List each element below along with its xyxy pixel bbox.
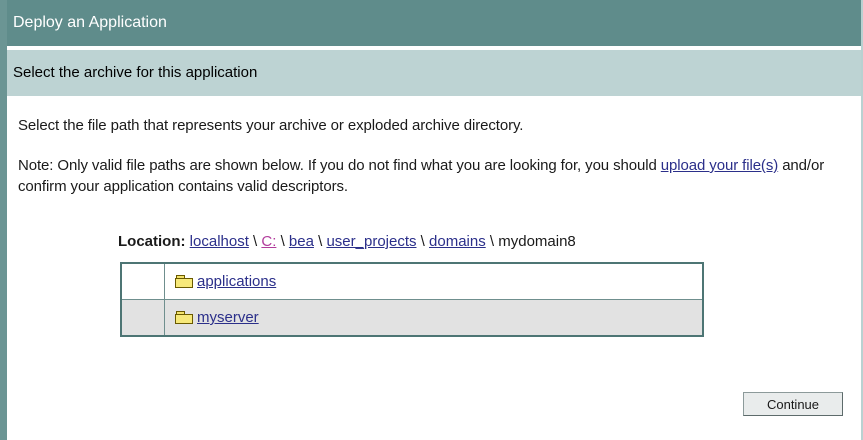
- section-header: Select the archive for this application: [7, 50, 861, 96]
- file-name-cell: myserver: [164, 299, 704, 337]
- folder-icon: [175, 311, 193, 324]
- note-text: Note: Only valid file paths are shown be…: [18, 155, 848, 197]
- crumb-current-folder: mydomain8: [498, 233, 576, 250]
- folder-icon: [175, 275, 193, 288]
- note-prefix: Note: Only valid file paths are shown be…: [18, 157, 661, 174]
- table-row: myserver: [120, 299, 704, 337]
- crumb-separator: \: [420, 233, 425, 250]
- crumb-drive-c-link[interactable]: C:: [261, 233, 276, 250]
- crumb-domains-link[interactable]: domains: [429, 233, 486, 250]
- crumb-localhost-link[interactable]: localhost: [190, 233, 249, 250]
- file-list-table: applications myserver: [120, 262, 704, 337]
- crumb-separator: \: [489, 233, 495, 250]
- crumb-separator: \: [280, 233, 285, 250]
- location-label: Location:: [118, 233, 186, 250]
- row-select-cell[interactable]: [120, 262, 165, 300]
- crumb-separator: \: [318, 233, 323, 250]
- row-select-cell[interactable]: [120, 299, 165, 337]
- crumb-user-projects-link[interactable]: user_projects: [326, 233, 416, 250]
- crumb-bea-link[interactable]: bea: [289, 233, 314, 250]
- location-breadcrumb: Location: localhost \ C: \ bea \ user_pr…: [118, 233, 576, 250]
- deploy-application-panel: Deploy an Application Select the archive…: [0, 0, 863, 440]
- upload-files-link[interactable]: upload your file(s): [661, 157, 778, 174]
- folder-link-myserver[interactable]: myserver: [197, 309, 259, 326]
- file-name-cell: applications: [164, 262, 704, 300]
- intro-text: Select the file path that represents you…: [18, 117, 524, 134]
- table-row: applications: [120, 262, 704, 300]
- crumb-separator: \: [253, 233, 258, 250]
- page-title: Deploy an Application: [7, 0, 861, 46]
- folder-link-applications[interactable]: applications: [197, 273, 276, 290]
- continue-button[interactable]: Continue: [743, 392, 843, 416]
